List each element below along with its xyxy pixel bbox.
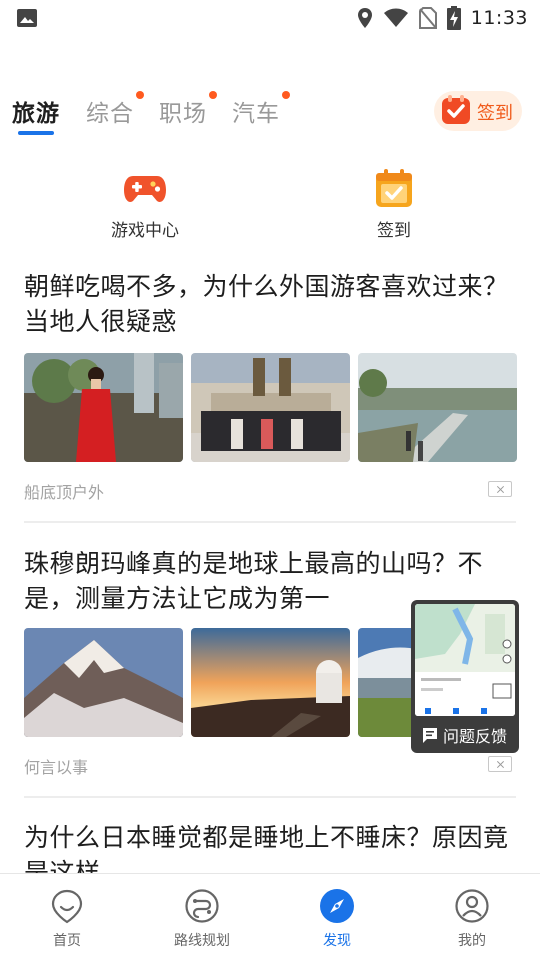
sign-in-label: 签到: [477, 103, 513, 124]
feedback-screenshot-preview: [415, 604, 515, 716]
wifi-icon: [383, 8, 408, 27]
profile-icon: [455, 889, 489, 923]
status-time: 11:33: [470, 7, 528, 29]
home-icon: [51, 889, 83, 924]
tab-workplace[interactable]: 职场: [159, 91, 217, 128]
route-icon: [185, 889, 219, 923]
observatory-sunset-photo: [191, 628, 350, 737]
tab-label: 汽车: [232, 101, 280, 127]
photo-icon: [17, 9, 37, 27]
tab-label: 综合: [86, 101, 134, 127]
nav-home[interactable]: 首页: [17, 888, 117, 950]
divider: [24, 521, 516, 523]
no-sim-icon: [418, 7, 437, 29]
tab-general[interactable]: 综合: [86, 91, 144, 128]
feedback-icon: [423, 728, 437, 743]
tab-travel[interactable]: 旅游: [12, 94, 60, 128]
article-title: 朝鲜吃喝不多，为什么外国游客喜欢过来？当地人很疑惑: [24, 272, 509, 336]
shortcut-sign-in[interactable]: 签到: [334, 168, 454, 241]
tab-cars[interactable]: 汽车: [232, 91, 290, 128]
bottom-navigation: 首页 路线规划 发现 我的: [0, 873, 540, 960]
snowy-mountain-photo: [24, 628, 183, 737]
new-dot: [136, 91, 144, 99]
feedback-label-row: 问题反馈: [421, 723, 507, 747]
nav-profile[interactable]: 我的: [422, 888, 522, 950]
shortcut-label: 游戏中心: [111, 221, 179, 241]
dismiss-button[interactable]: [488, 756, 512, 772]
article-card[interactable]: 朝鲜吃喝不多，为什么外国游客喜欢过来？当地人很疑惑 船底顶户外: [24, 269, 517, 509]
article-card[interactable]: 为什么日本睡觉都是睡地上不睡床？原因竟是这样: [24, 820, 516, 873]
feedback-widget[interactable]: 问题反馈: [411, 600, 519, 753]
nav-route-planning[interactable]: 路线规划: [152, 888, 252, 950]
nav-label: 路线规划: [174, 933, 230, 949]
status-bar: 11:33: [0, 0, 540, 36]
nav-label: 首页: [53, 933, 81, 949]
article-thumbnails: [24, 353, 517, 462]
divider: [24, 796, 516, 798]
status-icons: 11:33: [357, 6, 528, 30]
calendar-check-icon: [376, 169, 412, 207]
calendar-check-icon: [442, 95, 470, 124]
gamepad-icon: [124, 176, 166, 202]
nav-label: 我的: [458, 933, 486, 949]
dismiss-button[interactable]: [488, 481, 512, 497]
active-tab-indicator: [18, 131, 54, 135]
new-dot: [209, 91, 217, 99]
woman-in-red-coat-photo: [24, 353, 183, 462]
nav-discover[interactable]: 发现: [287, 888, 387, 950]
category-tab-bar: 旅游 综合 职场 汽车 签到: [0, 88, 540, 140]
sign-in-button[interactable]: 签到: [434, 91, 522, 131]
feedback-text: 问题反馈: [443, 727, 508, 746]
riverside-bridge-photo: [358, 353, 517, 462]
location-icon: [357, 8, 372, 28]
compass-icon: [320, 889, 354, 923]
shortcut-label: 签到: [377, 221, 411, 241]
battery-charging-icon: [446, 6, 461, 30]
article-source: 船底顶户外: [24, 483, 105, 502]
group-at-monument-photo: [191, 353, 350, 462]
article-source: 何言以事: [24, 758, 89, 777]
tab-label: 旅游: [12, 101, 60, 127]
nav-label: 发现: [323, 933, 351, 949]
article-title: 为什么日本睡觉都是睡地上不睡床？原因竟是这样: [24, 823, 509, 873]
new-dot: [282, 91, 290, 99]
shortcut-game-center[interactable]: 游戏中心: [85, 168, 205, 241]
tab-label: 职场: [159, 101, 207, 127]
